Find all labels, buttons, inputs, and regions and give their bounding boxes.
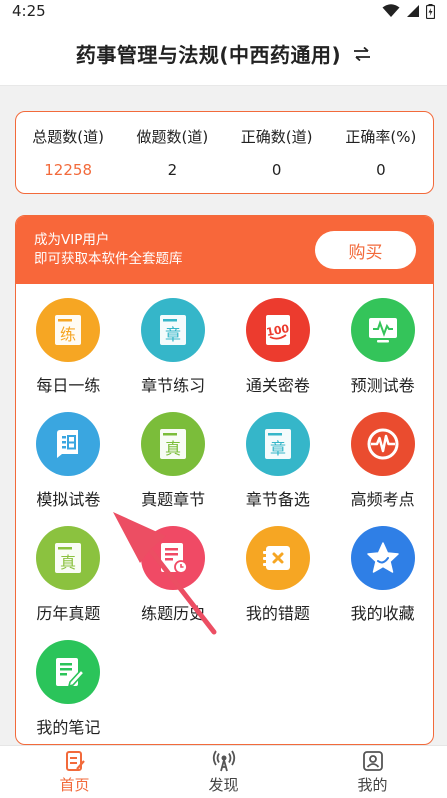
grid-label: 我的错题 <box>245 604 310 623</box>
nav-discover-label: 发现 <box>208 775 239 794</box>
vip-line-2: 即可获取本软件全套题库 <box>34 251 183 267</box>
stats-card: 总题数(道) 做题数(道) 正确数(道) 正确率(%) 12258 2 0 0 <box>15 111 434 194</box>
grid-label: 我的收藏 <box>350 604 415 623</box>
past-exam-icon: 真 <box>36 526 101 590</box>
switch-subject-icon[interactable] <box>353 46 371 61</box>
nav-discover[interactable]: 发现 <box>149 746 298 798</box>
stat-total-value: 12258 <box>44 161 92 179</box>
stat-done-value-cell: 2 <box>120 147 224 179</box>
stat-done-value: 2 <box>167 161 178 179</box>
chapter-icon: 章 <box>141 298 206 362</box>
vip-text: 成为VIP用户 即可获取本软件全套题库 <box>34 231 183 269</box>
grid-item-favorites[interactable]: 我的收藏 <box>330 526 433 640</box>
stat-rate-value: 0 <box>376 161 386 179</box>
grid-item-high-frequency[interactable]: 高频考点 <box>330 412 433 526</box>
svg-text:真: 真 <box>60 553 76 572</box>
practice-icon: 练 <box>36 298 101 362</box>
grid-label: 章节练习 <box>141 376 206 395</box>
star-icon <box>350 526 415 590</box>
home-icon <box>65 750 85 771</box>
grid-item-forecast-paper[interactable]: 预测试卷 <box>330 298 433 412</box>
page-title: 药事管理与法规(中西药通用) <box>75 43 342 67</box>
nav-mine[interactable]: 我的 <box>298 746 447 798</box>
stat-rate-value-cell: 0 <box>329 147 433 179</box>
grid-label: 历年真题 <box>36 604 101 623</box>
app-header: 药事管理与法规(中西药通用) <box>0 22 447 86</box>
grid-item-notes[interactable]: 我的笔记 <box>16 640 121 744</box>
stats-labels-row: 总题数(道) 做题数(道) 正确数(道) 正确率(%) <box>16 126 433 147</box>
grid-item-real-exam-chapter[interactable]: 真 真题章节 <box>121 412 226 526</box>
grid-item-wrong-answers[interactable]: 我的错题 <box>226 526 331 640</box>
monitor-icon <box>350 298 415 362</box>
grid-label: 练题历史 <box>141 604 206 623</box>
vip-banner: 成为VIP用户 即可获取本软件全套题库 购买 <box>16 216 433 284</box>
grid-label: 我的笔记 <box>36 718 101 737</box>
status-time: 4:25 <box>12 2 46 20</box>
signal-icon <box>407 5 419 17</box>
grid-item-practice-history[interactable]: 练题历史 <box>121 526 226 640</box>
broadcast-icon <box>212 750 235 771</box>
grid-item-chapter-alternate[interactable]: 章 章节备选 <box>226 412 331 526</box>
feature-grid: 练 每日一练 章 章节练习 100 通关密卷 预测试卷 模拟试卷 真 真题章节 … <box>16 284 433 744</box>
history-icon <box>141 526 206 590</box>
battery-icon <box>426 3 435 19</box>
stat-total-value-cell: 12258 <box>16 147 120 179</box>
nav-mine-label: 我的 <box>357 775 388 794</box>
grid-label: 真题章节 <box>141 490 206 509</box>
stat-correct-value: 0 <box>271 161 282 179</box>
stat-correct-label: 正确数(道) <box>240 128 313 146</box>
nav-home[interactable]: 首页 <box>0 746 149 798</box>
grid-item-mock-paper[interactable]: 模拟试卷 <box>16 412 121 526</box>
buy-button[interactable]: 购买 <box>315 231 416 269</box>
grid-label: 模拟试卷 <box>36 490 101 509</box>
stat-done-label: 做题数(道) <box>136 128 209 146</box>
stats-values-row: 12258 2 0 0 <box>16 147 433 179</box>
grid-item-past-exams[interactable]: 真 历年真题 <box>16 526 121 640</box>
notes-icon <box>36 640 101 704</box>
grid-label: 每日一练 <box>36 376 101 395</box>
stat-total-label: 总题数(道) <box>32 128 104 146</box>
svg-text:章: 章 <box>165 325 181 344</box>
stat-correct-label-cell: 正确数(道) <box>225 126 329 147</box>
chapter-alt-icon: 章 <box>245 412 310 476</box>
svg-text:真: 真 <box>165 439 181 458</box>
grid-item-chapter-practice[interactable]: 章 章节练习 <box>121 298 226 412</box>
grid-label: 章节备选 <box>245 490 310 509</box>
grid-label: 通关密卷 <box>245 376 310 395</box>
nav-home-label: 首页 <box>59 775 90 794</box>
wrong-answer-icon <box>245 526 310 590</box>
stat-total-label-cell: 总题数(道) <box>16 126 120 147</box>
main-card: 成为VIP用户 即可获取本软件全套题库 购买 练 每日一练 章 章节练习 100… <box>15 215 434 745</box>
grid-label: 预测试卷 <box>350 376 415 395</box>
stat-done-label-cell: 做题数(道) <box>120 126 224 147</box>
grid-item-daily-practice[interactable]: 练 每日一练 <box>16 298 121 412</box>
bottom-nav: 首页 发现 我的 <box>0 745 447 798</box>
real-exam-icon: 真 <box>141 412 206 476</box>
status-bar: 4:25 <box>0 0 447 22</box>
stat-rate-label-cell: 正确率(%) <box>329 126 433 147</box>
user-icon <box>362 750 383 771</box>
status-icons <box>382 3 435 19</box>
grid-label: 高频考点 <box>350 490 415 509</box>
score-100-icon: 100 <box>245 298 310 362</box>
document-icon <box>36 412 101 476</box>
heartbeat-icon <box>350 412 415 476</box>
wifi-icon <box>382 4 400 17</box>
grid-item-secret-paper[interactable]: 100 通关密卷 <box>226 298 331 412</box>
vip-line-1: 成为VIP用户 <box>34 232 110 248</box>
stat-rate-label: 正确率(%) <box>345 128 417 146</box>
svg-text:练: 练 <box>60 325 76 344</box>
svg-text:章: 章 <box>270 439 286 458</box>
stat-correct-value-cell: 0 <box>225 147 329 179</box>
